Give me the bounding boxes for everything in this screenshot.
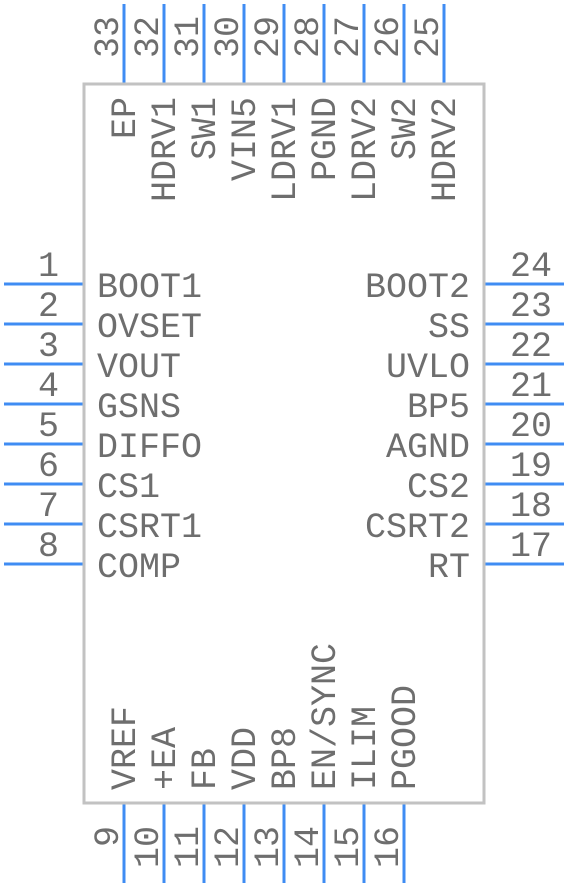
pin-number-18: 18 <box>510 487 552 527</box>
pin-label-15: ILIM <box>346 706 386 790</box>
ic-schematic-symbol: 1BOOT12OVSET3VOUT4GSNS5DIFFO6CS17CSRT18C… <box>4 4 564 883</box>
pin-number-21: 21 <box>510 367 552 407</box>
pin-label-29: LDRV1 <box>266 97 306 202</box>
pin-number-8: 8 <box>38 527 59 567</box>
pin-number-2: 2 <box>38 287 59 327</box>
pin-label-26: SW2 <box>386 97 426 160</box>
pin-number-5: 5 <box>38 407 59 447</box>
pin-number-22: 22 <box>510 327 552 367</box>
pin-label-31: SW1 <box>186 97 226 160</box>
pin-number-27: 27 <box>329 16 369 58</box>
pin-number-12: 12 <box>209 826 249 868</box>
pin-number-11: 11 <box>169 826 209 868</box>
pin-label-14: EN/SYNC <box>306 643 346 790</box>
pin-number-10: 10 <box>129 826 169 868</box>
pin-label-4: GSNS <box>97 388 181 428</box>
pin-number-13: 13 <box>249 826 289 868</box>
pin-number-4: 4 <box>38 367 59 407</box>
labels-group: 1BOOT12OVSET3VOUT4GSNS5DIFFO6CS17CSRT18C… <box>38 16 552 868</box>
pin-label-16: PGOOD <box>386 685 426 790</box>
pin-label-19: CS2 <box>407 468 470 508</box>
pin-label-20: AGND <box>386 428 470 468</box>
pin-label-5: DIFFO <box>97 428 202 468</box>
pin-number-6: 6 <box>38 447 59 487</box>
pin-number-15: 15 <box>329 826 369 868</box>
pin-number-24: 24 <box>510 247 552 287</box>
pin-number-30: 30 <box>209 16 249 58</box>
pin-label-28: PGND <box>306 97 346 181</box>
pin-label-25: HDRV2 <box>426 97 466 202</box>
pin-number-31: 31 <box>169 16 209 58</box>
pin-number-20: 20 <box>510 407 552 447</box>
pin-label-32: HDRV1 <box>146 97 186 202</box>
pin-label-6: CS1 <box>97 468 160 508</box>
pin-label-27: LDRV2 <box>346 97 386 202</box>
pin-number-29: 29 <box>249 16 289 58</box>
pin-label-22: UVLO <box>386 348 470 388</box>
pin-label-33: EP <box>106 97 146 139</box>
pin-number-9: 9 <box>89 826 129 847</box>
pin-label-23: SS <box>428 308 470 348</box>
pin-number-23: 23 <box>510 287 552 327</box>
pin-number-7: 7 <box>38 487 59 527</box>
pin-number-28: 28 <box>289 16 329 58</box>
pin-label-8: COMP <box>97 548 181 588</box>
pin-label-12: VDD <box>226 727 266 790</box>
pin-number-17: 17 <box>510 527 552 567</box>
pin-label-30: VIN5 <box>226 97 266 181</box>
pin-label-13: BP8 <box>266 727 306 790</box>
pin-label-3: VOUT <box>97 348 181 388</box>
pin-label-18: CSRT2 <box>365 508 470 548</box>
pin-label-10: +EA <box>146 727 186 790</box>
pin-label-11: FB <box>186 748 226 790</box>
pin-number-32: 32 <box>129 16 169 58</box>
pin-number-14: 14 <box>289 826 329 868</box>
pin-number-25: 25 <box>409 16 449 58</box>
pin-number-16: 16 <box>369 826 409 868</box>
pin-number-19: 19 <box>510 447 552 487</box>
pin-number-1: 1 <box>38 247 59 287</box>
pin-number-33: 33 <box>89 16 129 58</box>
pin-label-24: BOOT2 <box>365 268 470 308</box>
pin-label-21: BP5 <box>407 388 470 428</box>
pin-label-17: RT <box>428 548 470 588</box>
pin-label-1: BOOT1 <box>97 268 202 308</box>
pin-number-3: 3 <box>38 327 59 367</box>
pin-label-9: VREF <box>106 706 146 790</box>
pin-number-26: 26 <box>369 16 409 58</box>
pin-label-2: OVSET <box>97 308 202 348</box>
pin-label-7: CSRT1 <box>97 508 202 548</box>
